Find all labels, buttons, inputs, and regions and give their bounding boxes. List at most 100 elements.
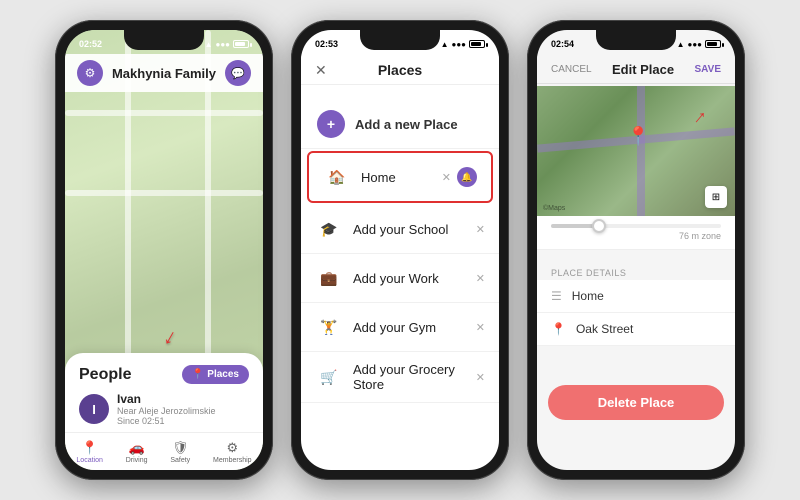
status-icons-1: ▲ ●●● <box>205 40 249 49</box>
place-details-title: Place details <box>537 262 735 280</box>
close-button[interactable]: ✕ <box>315 62 327 79</box>
signal-icon-3: ●●● <box>688 40 703 49</box>
map-road-v <box>637 86 645 216</box>
add-new-place-item[interactable]: + Add a new Place <box>301 100 499 149</box>
save-button[interactable]: SAVE <box>695 64 722 75</box>
place-details-section: Place details ☰ Home 📍 Oak Street <box>537 262 735 346</box>
notch-2 <box>360 30 440 50</box>
details-card: ☰ Home 📍 Oak Street <box>537 280 735 346</box>
edit-title: Edit Place <box>612 62 674 77</box>
status-icons-2: ▲ ●●● <box>441 40 485 49</box>
grocery-label: Add your Grocery Store <box>353 362 466 392</box>
place-item-home[interactable]: 🏠 Home ✕ 🔔 <box>307 151 493 203</box>
gear-icon[interactable]: ⚙ <box>77 60 103 86</box>
nav-location[interactable]: 📍 Location <box>76 440 102 464</box>
notch-3 <box>596 30 676 50</box>
direction-arrow: ↑ <box>689 105 711 129</box>
delete-btn-area: Delete Place <box>537 385 735 420</box>
phone1-screen: 02:52 ▲ ●●● ↓ ⚙ Makhynia Family 💬 People <box>65 30 263 470</box>
grocery-remove-button[interactable]: ✕ <box>476 371 485 384</box>
wifi-icon-3: ▲ <box>677 40 685 49</box>
places-btn-label: Places <box>207 369 239 380</box>
places-list-header: ✕ Places <box>301 54 499 85</box>
cancel-button[interactable]: CANCEL <box>551 64 592 75</box>
school-label: Add your School <box>353 222 466 237</box>
work-icon: 💼 <box>315 264 343 292</box>
school-remove-button[interactable]: ✕ <box>476 223 485 236</box>
location-pin-icon: 📍 <box>551 322 566 336</box>
status-time-2: 02:53 <box>315 39 338 49</box>
edit-header: CANCEL Edit Place SAVE <box>537 54 735 84</box>
phone1-header: ⚙ Makhynia Family 💬 <box>65 54 263 92</box>
people-label: People <box>79 366 131 384</box>
battery-icon-2 <box>469 40 485 48</box>
work-remove-button[interactable]: ✕ <box>476 272 485 285</box>
grocery-icon: 🛒 <box>315 363 343 391</box>
person-name: Ivan <box>117 392 249 406</box>
nav-membership[interactable]: ⚙ Membership <box>213 440 252 464</box>
signal-icon-2: ●●● <box>452 40 467 49</box>
family-name: Makhynia Family <box>112 66 216 81</box>
wifi-icon-2: ▲ <box>441 40 449 49</box>
home-icon: 🏠 <box>323 163 351 191</box>
map-preview: 📍 ↑ ©Maps ⊞ <box>537 86 735 216</box>
detail-name: Home <box>572 289 604 303</box>
place-item-grocery[interactable]: 🛒 Add your Grocery Store ✕ <box>301 352 499 403</box>
gym-remove-button[interactable]: ✕ <box>476 321 485 334</box>
status-icons-3: ▲ ●●● <box>677 40 721 49</box>
map-watermark: ©Maps <box>543 205 565 212</box>
home-actions: ✕ 🔔 <box>442 167 477 187</box>
detail-address: Oak Street <box>576 322 633 336</box>
home-label: Home <box>361 170 432 185</box>
person-since: Since 02:51 <box>117 416 249 426</box>
radius-label: 76 m zone <box>551 231 721 241</box>
nav-membership-label: Membership <box>213 457 252 464</box>
nav-driving[interactable]: 🚗 Driving <box>126 440 148 464</box>
nav-driving-label: Driving <box>126 457 148 464</box>
places-icon: 📍 <box>192 369 204 380</box>
map-layers-button[interactable]: ⊞ <box>705 186 727 208</box>
map-pin-icon: 📍 <box>627 126 649 147</box>
bottom-panel: People 📍 Places I Ivan Near Aleje Jerozo… <box>65 353 263 434</box>
add-place-label: Add a new Place <box>355 117 458 132</box>
delete-place-button[interactable]: Delete Place <box>548 385 725 420</box>
places-list-title: Places <box>378 62 422 78</box>
radius-slider-area: 76 m zone <box>537 216 735 250</box>
map-road <box>65 110 263 116</box>
wifi-icon: ▲ <box>205 40 213 49</box>
membership-icon: ⚙ <box>226 440 238 456</box>
nav-safety-label: Safety <box>170 457 190 464</box>
safety-icon: 🛡 <box>172 440 189 456</box>
add-icon: + <box>317 110 345 138</box>
phone-1: 02:52 ▲ ●●● ↓ ⚙ Makhynia Family 💬 People <box>55 20 273 480</box>
person-row: I Ivan Near Aleje Jerozolimskie Since 02… <box>79 392 249 426</box>
phone-2: 02:53 ▲ ●●● ✕ Places + Add a new Place 🏠… <box>291 20 509 480</box>
detail-name-row[interactable]: ☰ Home <box>537 280 735 313</box>
signal-icon: ●●● <box>216 40 231 49</box>
slider-thumb[interactable] <box>592 219 606 233</box>
place-item-gym[interactable]: 🏋 Add your Gym ✕ <box>301 303 499 352</box>
driving-icon: 🚗 <box>129 440 145 456</box>
map-road <box>65 190 263 196</box>
avatar: I <box>79 394 109 424</box>
gym-icon: 🏋 <box>315 313 343 341</box>
work-label: Add your Work <box>353 271 466 286</box>
nav-location-label: Location <box>76 457 102 464</box>
gym-label: Add your Gym <box>353 320 466 335</box>
places-button[interactable]: 📍 Places <box>182 365 249 384</box>
home-remove-button[interactable]: ✕ <box>442 171 451 184</box>
detail-address-row[interactable]: 📍 Oak Street <box>537 313 735 346</box>
chat-icon[interactable]: 💬 <box>225 60 251 86</box>
nav-safety[interactable]: 🛡 Safety <box>170 440 190 464</box>
person-location: Near Aleje Jerozolimskie <box>117 406 249 416</box>
status-time-1: 02:52 <box>79 39 102 49</box>
place-item-work[interactable]: 💼 Add your Work ✕ <box>301 254 499 303</box>
notch <box>124 30 204 50</box>
place-item-school[interactable]: 🎓 Add your School ✕ <box>301 205 499 254</box>
radius-slider[interactable] <box>551 224 721 228</box>
phone3-screen: 02:54 ▲ ●●● CANCEL Edit Place SAVE 📍 ↑ ©… <box>537 30 735 470</box>
location-icon: 📍 <box>82 440 98 456</box>
people-header: People 📍 Places <box>79 365 249 384</box>
battery-icon <box>233 40 249 48</box>
home-bell-icon[interactable]: 🔔 <box>457 167 477 187</box>
